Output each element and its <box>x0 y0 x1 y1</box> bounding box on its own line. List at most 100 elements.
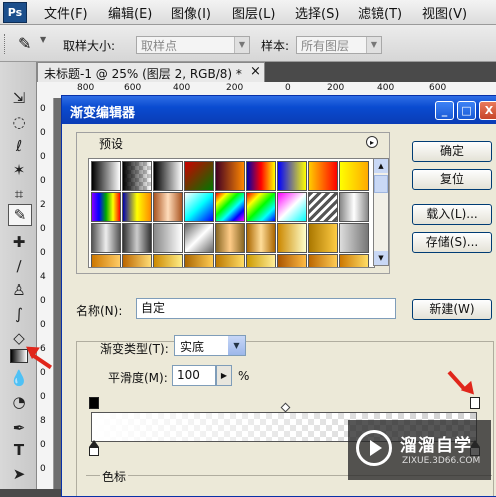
presets-menu-icon[interactable]: ▸ <box>366 136 378 148</box>
ruler-label: 0 <box>40 464 46 474</box>
load-button[interactable]: 载入(L)... <box>412 204 492 225</box>
preset-swatch[interactable] <box>246 161 276 191</box>
scroll-down-icon[interactable]: ▼ <box>374 251 388 265</box>
preset-swatch[interactable] <box>277 254 307 267</box>
preset-swatch[interactable] <box>339 223 369 253</box>
opacity-stop-right[interactable] <box>470 397 480 409</box>
scroll-up-icon[interactable]: ▲ <box>374 159 388 173</box>
preset-swatch[interactable] <box>308 254 338 267</box>
eyedropper-icon[interactable]: ✎ <box>18 34 31 53</box>
blur-tool-icon[interactable]: 💧 <box>8 368 30 388</box>
preset-swatch[interactable] <box>184 192 214 222</box>
preset-swatch[interactable] <box>184 254 214 267</box>
minimize-button[interactable]: _ <box>435 101 454 120</box>
menu-select[interactable]: 选择(S) <box>295 3 339 22</box>
color-stop-left-tip[interactable] <box>89 440 99 447</box>
menu-image[interactable]: 图像(I) <box>171 3 211 22</box>
preset-swatch[interactable] <box>153 161 183 191</box>
preset-swatch-grid[interactable] <box>88 158 375 268</box>
tool-preset-chevron-icon[interactable]: ▼ <box>40 35 46 44</box>
ruler-label: 600 <box>429 83 447 93</box>
path-selection-icon[interactable]: ➤ <box>8 464 30 484</box>
dodge-tool-icon[interactable]: ◔ <box>8 392 30 412</box>
document-tab[interactable]: 未标题-1 @ 25% (图层 2, RGB/8) * × <box>37 62 265 82</box>
reset-button[interactable]: 复位 <box>412 169 492 190</box>
opacity-stop-left[interactable] <box>89 397 99 409</box>
preset-swatch[interactable] <box>184 161 214 191</box>
save-button[interactable]: 存储(S)... <box>412 232 492 253</box>
scroll-thumb[interactable] <box>374 175 388 193</box>
gradient-type-select[interactable]: 实底 ▼ <box>174 335 246 356</box>
menu-view[interactable]: 视图(V) <box>422 3 467 22</box>
color-stop-left[interactable] <box>89 447 99 456</box>
ruler-label: 400 <box>173 83 191 93</box>
close-button[interactable]: X <box>479 101 496 120</box>
menu-layer[interactable]: 图层(L) <box>232 3 275 22</box>
preset-swatch[interactable] <box>153 223 183 253</box>
history-brush-icon[interactable]: ∫ <box>8 304 30 324</box>
ruler-label: 0 <box>40 224 46 234</box>
preset-swatch[interactable] <box>308 161 338 191</box>
menu-edit[interactable]: 编辑(E) <box>108 3 152 22</box>
smoothness-input[interactable]: 100 <box>172 365 216 386</box>
marquee-tool-icon[interactable]: ◌ <box>8 112 30 132</box>
preset-swatch[interactable] <box>339 192 369 222</box>
preset-swatch[interactable] <box>122 223 152 253</box>
magic-wand-icon[interactable]: ✶ <box>8 160 30 180</box>
preset-swatch[interactable] <box>122 192 152 222</box>
preset-swatch[interactable] <box>277 223 307 253</box>
preset-swatch[interactable] <box>277 192 307 222</box>
preset-swatch[interactable] <box>246 254 276 267</box>
document-title: 未标题-1 @ 25% (图层 2, RGB/8) * <box>44 67 242 81</box>
preset-swatch[interactable] <box>122 254 152 267</box>
lasso-tool-icon[interactable]: ℓ <box>8 136 30 156</box>
presets-scrollbar[interactable]: ▲ ▼ <box>373 158 389 266</box>
preset-swatch[interactable] <box>339 161 369 191</box>
brush-tool-icon[interactable]: ∕ <box>8 256 30 276</box>
options-bar: ✎ ▼ 取样大小: 取样点 ▼ 样本: 所有图层 ▼ <box>0 25 496 62</box>
preset-swatch[interactable] <box>308 223 338 253</box>
ok-button[interactable]: 确定 <box>412 141 492 162</box>
preset-swatch[interactable] <box>153 192 183 222</box>
preset-swatch[interactable] <box>246 223 276 253</box>
preset-swatch[interactable] <box>339 254 369 267</box>
close-icon[interactable]: × <box>250 64 261 79</box>
preset-swatch[interactable] <box>184 223 214 253</box>
preset-swatch[interactable] <box>215 254 245 267</box>
maximize-button[interactable]: □ <box>457 101 476 120</box>
menu-file[interactable]: 文件(F) <box>44 3 88 22</box>
healing-brush-icon[interactable]: ✚ <box>8 232 30 252</box>
new-button[interactable]: 新建(W) <box>412 299 492 320</box>
menu-bar: Ps 文件(F) 编辑(E) 图像(I) 图层(L) 选择(S) 滤镜(T) 视… <box>0 0 496 25</box>
presets-group: 预设 ▸ ▲ ▼ <box>76 132 390 274</box>
ruler-label: 0 <box>40 392 46 402</box>
name-input[interactable]: 自定 <box>136 298 396 319</box>
ruler-label: 600 <box>124 83 142 93</box>
type-tool-icon[interactable]: T <box>8 440 30 460</box>
clone-stamp-icon[interactable]: ♙ <box>8 280 30 300</box>
move-tool-icon[interactable]: ⇲ <box>8 88 30 108</box>
pen-tool-icon[interactable]: ✒ <box>8 418 30 438</box>
preset-swatch[interactable] <box>277 161 307 191</box>
preset-swatch[interactable] <box>91 161 121 191</box>
sample-select[interactable]: 所有图层 ▼ <box>296 36 382 54</box>
preset-swatch[interactable] <box>153 254 183 267</box>
preset-swatch[interactable] <box>215 161 245 191</box>
crop-tool-icon[interactable]: ⌗ <box>8 184 30 204</box>
preset-swatch[interactable] <box>122 161 152 191</box>
menu-filter[interactable]: 滤镜(T) <box>358 3 402 22</box>
preset-swatch[interactable] <box>91 223 121 253</box>
dialog-title-bar[interactable]: 渐变编辑器 _ □ X <box>62 96 496 124</box>
preset-swatch[interactable] <box>308 192 338 222</box>
chevron-down-icon: ▼ <box>234 37 249 53</box>
preset-swatch[interactable] <box>246 192 276 222</box>
sample-size-select[interactable]: 取样点 ▼ <box>136 36 250 54</box>
smoothness-slider-icon[interactable]: ▶ <box>216 365 232 386</box>
ruler-label: 0 <box>40 104 46 114</box>
ruler-label: 0 <box>40 296 46 306</box>
preset-swatch[interactable] <box>91 192 121 222</box>
preset-swatch[interactable] <box>215 223 245 253</box>
preset-swatch[interactable] <box>91 254 121 267</box>
eyedropper-tool-icon[interactable]: ✎ <box>8 204 32 226</box>
preset-swatch[interactable] <box>215 192 245 222</box>
